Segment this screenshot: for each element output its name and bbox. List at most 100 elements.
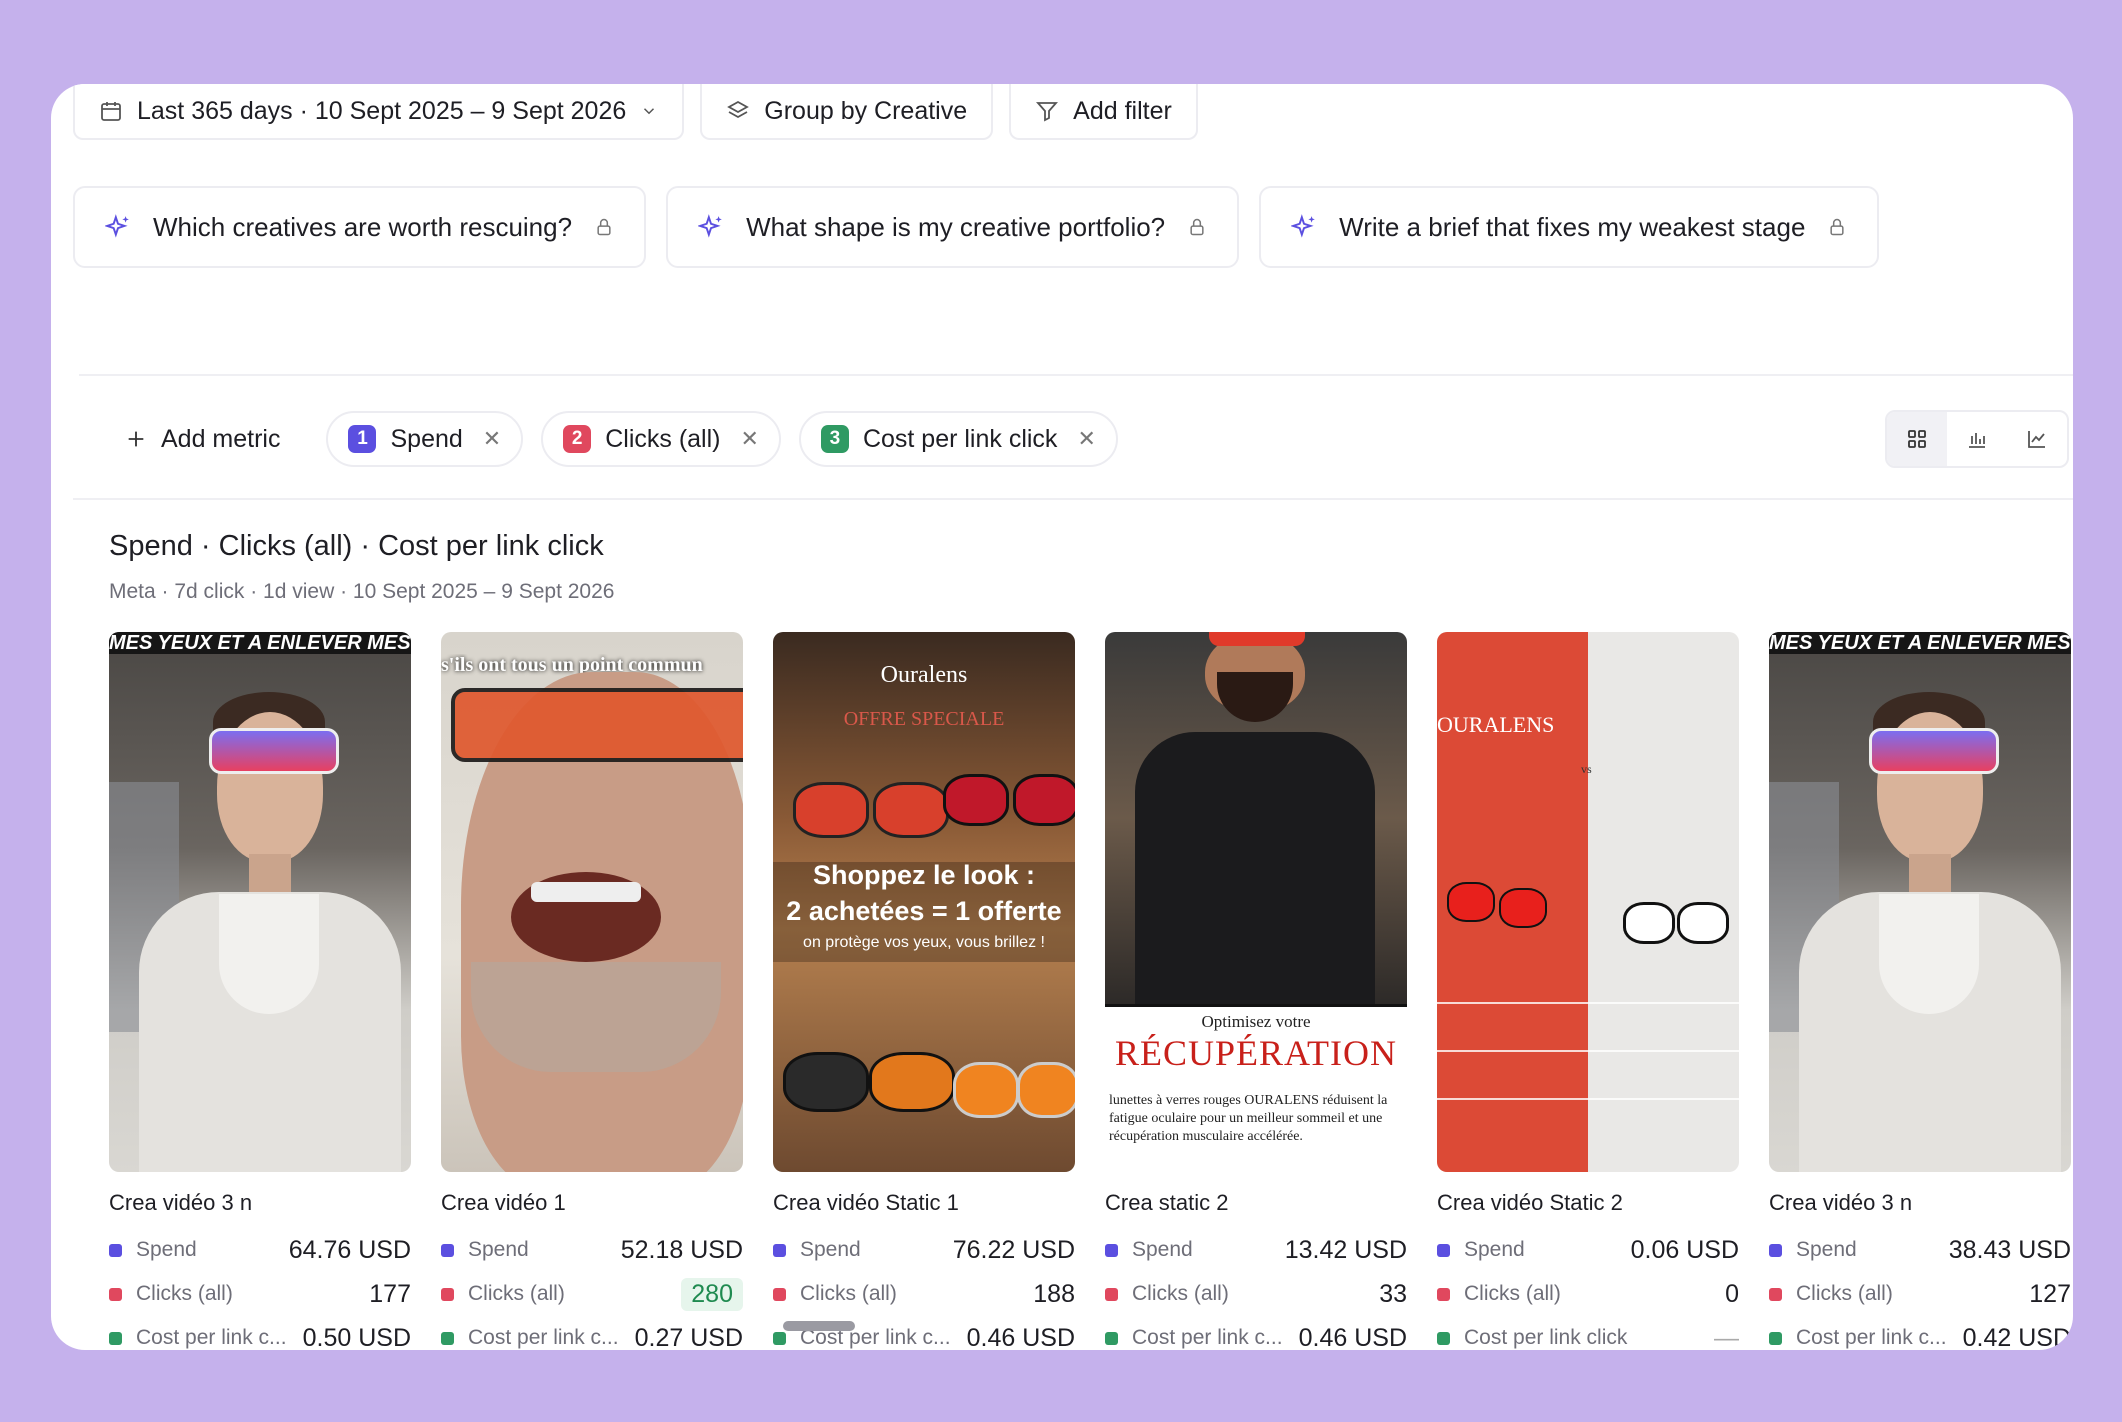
add-metric-label: Add metric <box>161 424 281 453</box>
video-caption: MES YEUX ET A ENLEVER MES MAUX <box>109 632 411 654</box>
creative-name: Crea vidéo 3 n <box>1769 1190 1913 1215</box>
creative-thumbnail[interactable]: MES YEUX ET A ENLEVER MES MAUX <box>1769 632 2071 1172</box>
metric-row-cpc: Cost per link click — <box>1437 1316 1739 1350</box>
bar-chart-view-button[interactable] <box>1947 412 2007 466</box>
prompt-label: What shape is my creative portfolio? <box>746 211 1166 242</box>
creative-grid: MES YEUX ET A ENLEVER MES MAUX Crea vidé… <box>109 632 2071 1350</box>
metric-badge: 3 <box>820 425 849 453</box>
ad-body: lunettes à verres rouges OURALENS réduis… <box>1109 1093 1388 1144</box>
view-switcher <box>1885 410 2069 468</box>
divider <box>79 374 2073 376</box>
grid-view-button[interactable] <box>1887 412 1947 466</box>
metric-value: 0.50 USD <box>302 1323 411 1351</box>
metric-pill-spend[interactable]: 1 Spend ✕ <box>326 411 524 467</box>
legend-swatch <box>109 1331 122 1345</box>
creative-thumbnail[interactable]: OURALENS vs <box>1437 632 1739 1172</box>
group-by-button[interactable]: Group by Creative <box>700 84 994 140</box>
close-icon[interactable]: ✕ <box>1077 426 1095 452</box>
ad-headline: 2 achetées = 1 offerte <box>786 896 1062 926</box>
legend-swatch <box>441 1287 454 1301</box>
horizontal-scrollbar[interactable] <box>783 1321 855 1331</box>
creative-thumbnail[interactable]: Ouralens OFFRE SPECIALE Shoppez le look … <box>773 632 1075 1172</box>
legend-swatch <box>1105 1331 1118 1345</box>
metric-value: 188 <box>1033 1279 1075 1308</box>
creative-name: Crea vidéo 3 n <box>109 1190 253 1215</box>
metric-row-spend: Spend 0.06 USD <box>1437 1228 1739 1272</box>
metric-value: 0.46 USD <box>1298 1323 1407 1351</box>
legend-swatch <box>441 1243 454 1257</box>
creative-card[interactable]: Optimisez votre RÉCUPÉRATION lunettes à … <box>1105 632 1407 1350</box>
toolbar: Last 365 days · 10 Sept 2025 – 9 Sept 20… <box>73 84 1198 140</box>
metric-label: Cost per link c... <box>468 1326 619 1349</box>
line-chart-view-button[interactable] <box>2007 412 2067 466</box>
creative-thumbnail[interactable]: Optimisez votre RÉCUPÉRATION lunettes à … <box>1105 632 1407 1172</box>
date-range-button[interactable]: Last 365 days · 10 Sept 2025 – 9 Sept 20… <box>73 84 685 140</box>
add-metric-button[interactable]: Add metric <box>125 411 308 467</box>
creative-thumbnail[interactable]: s'ils ont tous un point commun <box>441 632 743 1172</box>
creative-card[interactable]: Ouralens OFFRE SPECIALE Shoppez le look … <box>773 632 1075 1350</box>
lock-icon <box>1190 218 1204 236</box>
ad-offer: OFFRE SPECIALE <box>843 708 1005 730</box>
metric-label: Spend <box>1796 1238 1857 1261</box>
prompt-chip[interactable]: What shape is my creative portfolio? <box>666 186 1240 268</box>
metric-label: Cost per link c... <box>1132 1326 1283 1349</box>
metric-pill-clicks[interactable]: 2 Clicks (all) ✕ <box>541 411 781 467</box>
creative-name: Crea vidéo 1 <box>441 1190 566 1215</box>
prompt-chip[interactable]: Write a brief that fixes my weakest stag… <box>1259 186 1880 268</box>
add-filter-label: Add filter <box>1073 96 1172 125</box>
add-filter-button[interactable]: Add filter <box>1009 84 1198 140</box>
creative-card[interactable]: OURALENS vs Crea vidéo Static 2 Spend 0.… <box>1437 632 1739 1350</box>
prompt-chip[interactable]: Which creatives are worth rescuing? <box>73 186 647 268</box>
metric-row-spend: Spend 52.18 USD <box>441 1228 743 1272</box>
metric-label: Spend <box>800 1238 861 1261</box>
metric-value: 76.22 USD <box>952 1235 1075 1264</box>
metric-value: 0.42 USD <box>1962 1323 2071 1351</box>
divider <box>73 498 2073 500</box>
creative-card[interactable]: MES YEUX ET A ENLEVER MES MAUX Crea vidé… <box>109 632 411 1350</box>
metric-pill-label: Spend <box>390 424 463 453</box>
ad-headline: Shoppez le look : <box>812 860 1035 890</box>
ad-kicker: Optimisez votre <box>1201 1012 1311 1031</box>
metric-label: Cost per link c... <box>1796 1326 1947 1349</box>
bar-chart-icon <box>1969 433 1985 448</box>
filter-icon <box>1036 102 1059 122</box>
ai-prompts: Which creatives are worth rescuing? What… <box>73 186 1880 268</box>
metric-row-spend: Spend 76.22 USD <box>773 1228 1075 1272</box>
sparkle-icon <box>105 214 129 238</box>
creative-thumbnail[interactable]: MES YEUX ET A ENLEVER MES MAUX <box>109 632 411 1172</box>
report-card: Last 365 days · 10 Sept 2025 – 9 Sept 20… <box>51 84 2073 1350</box>
metric-label: Clicks (all) <box>1464 1282 1561 1305</box>
metric-pill-label: Cost per link click <box>862 424 1058 453</box>
close-icon[interactable]: ✕ <box>483 426 501 452</box>
line-chart-icon <box>2028 431 2045 448</box>
video-caption: MES YEUX ET A ENLEVER MES MAUX <box>1769 632 2071 654</box>
legend-swatch <box>1437 1243 1450 1257</box>
close-icon[interactable]: ✕ <box>741 426 759 452</box>
report-title: Spend · Clicks (all) · Cost per link cli… <box>109 530 604 562</box>
legend-swatch <box>441 1331 454 1345</box>
sparkle-icon <box>698 214 722 238</box>
plus-icon <box>128 431 144 447</box>
metric-pill-cost-per-link-click[interactable]: 3 Cost per link click ✕ <box>798 411 1118 467</box>
ad-headline: RÉCUPÉRATION <box>1114 1033 1398 1073</box>
metric-row-cpc: Cost per link c... 0.50 USD <box>109 1316 411 1350</box>
metric-label: Cost per link click <box>1464 1326 1628 1349</box>
metric-bar: Add metric 1 Spend ✕ 2 Clicks (all) ✕ 3 … <box>125 411 1118 467</box>
sparkle-icon <box>1291 214 1315 238</box>
metric-value: 64.76 USD <box>288 1235 411 1264</box>
chevron-down-icon <box>644 108 655 115</box>
ad-brand: OURALENS <box>1437 712 1555 737</box>
creative-card[interactable]: MES YEUX ET A ENLEVER MES MAUX Crea vidé… <box>1769 632 2071 1350</box>
layers-icon <box>727 100 750 119</box>
metric-row-cpc: Cost per link c... 0.27 USD <box>441 1316 743 1350</box>
metric-label: Spend <box>136 1238 197 1261</box>
prompt-label: Write a brief that fixes my weakest stag… <box>1339 211 1806 242</box>
metric-value: 33 <box>1379 1279 1407 1308</box>
creative-card[interactable]: s'ils ont tous un point commun Crea vidé… <box>441 632 743 1350</box>
legend-swatch <box>109 1243 122 1257</box>
lock-icon <box>1830 218 1844 236</box>
metric-value: 0.27 USD <box>634 1323 743 1351</box>
metric-row-clicks: Clicks (all) 127 <box>1769 1272 2071 1316</box>
date-range-label: Last 365 days · 10 Sept 2025 – 9 Sept 20… <box>137 96 627 125</box>
metric-label: Clicks (all) <box>800 1282 897 1305</box>
